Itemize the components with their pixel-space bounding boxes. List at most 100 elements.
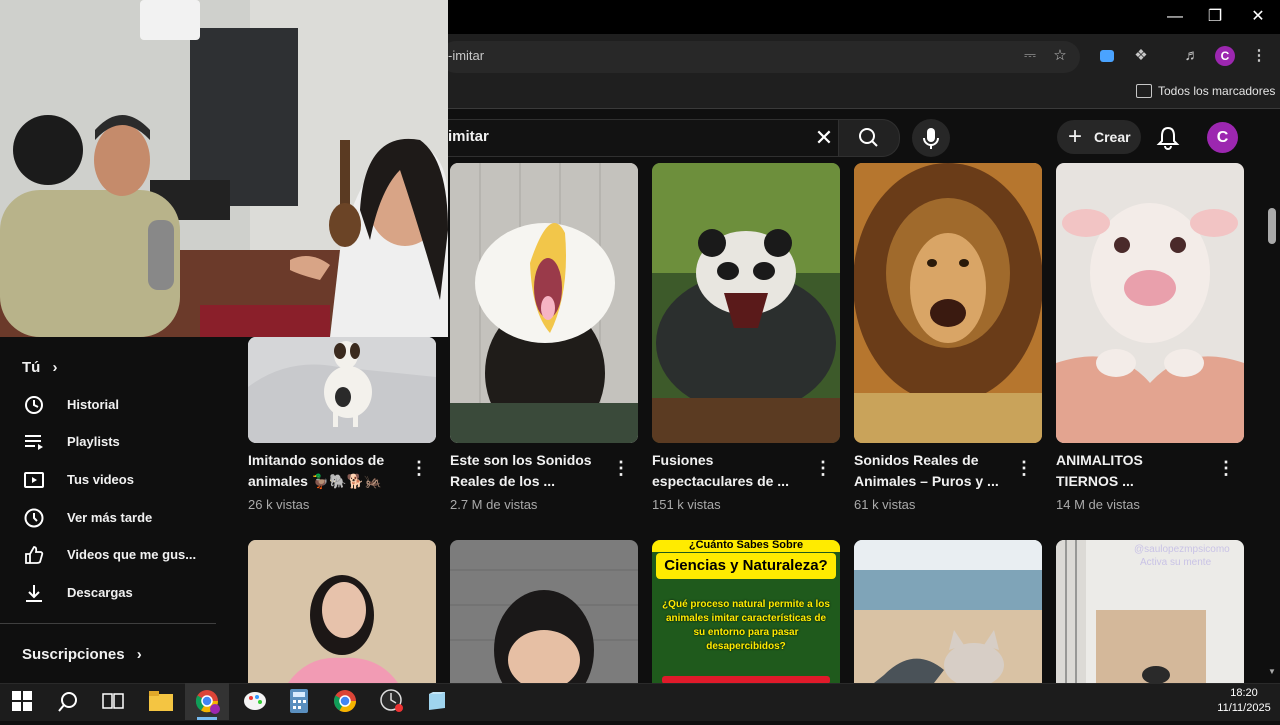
video-title[interactable]: Este son los Sonidos Reales de los ... bbox=[450, 450, 600, 492]
notes-app-icon[interactable] bbox=[426, 690, 448, 712]
video-menu-icon[interactable]: ⋮ bbox=[612, 456, 630, 480]
sidebar-item-your-videos[interactable]: Tus videos bbox=[0, 462, 232, 498]
video-thumbnail[interactable] bbox=[248, 337, 436, 443]
search-input[interactable] bbox=[440, 119, 839, 157]
account-avatar[interactable]: C bbox=[1207, 122, 1238, 153]
search-button[interactable] bbox=[838, 119, 900, 157]
chrome-profile-icon[interactable] bbox=[333, 689, 357, 713]
minimize-button[interactable]: — bbox=[1155, 4, 1195, 30]
close-window-button[interactable]: ✕ bbox=[1238, 4, 1278, 30]
sidebar-item-playlists[interactable]: Playlists bbox=[0, 424, 232, 460]
dog-thumbnail-image bbox=[248, 337, 436, 443]
webcam-overlay bbox=[0, 0, 448, 337]
video-menu-icon[interactable]: ⋮ bbox=[1217, 456, 1235, 480]
video-thumbnail[interactable] bbox=[652, 163, 840, 443]
sidebar-item-label: Tus videos bbox=[67, 472, 134, 487]
bookmark-star-icon[interactable]: ☆ bbox=[1048, 44, 1072, 68]
video-title-line: TIERNOS ... bbox=[1056, 473, 1134, 489]
video-thumbnail[interactable] bbox=[854, 540, 1042, 683]
calf-thumbnail-image bbox=[1056, 163, 1244, 443]
video-thumbnail[interactable]: ¿Cuánto Sabes Sobre Ciencias y Naturalez… bbox=[652, 540, 840, 683]
video-title[interactable]: Imitando sonidos de animales 🦆🐘🐕🦗 bbox=[248, 450, 398, 492]
girl-thumbnail-image bbox=[248, 540, 436, 683]
install-app-icon[interactable]: ⎓ bbox=[1018, 44, 1042, 68]
video-views: 2.7 M de vistas bbox=[450, 497, 538, 512]
create-button[interactable]: + Crear bbox=[1057, 120, 1141, 154]
subscriptions-section-link[interactable]: Suscripciones › bbox=[22, 646, 142, 663]
search-taskbar-icon[interactable] bbox=[56, 690, 80, 714]
sidebar-item-watch-later[interactable]: Ver más tarde bbox=[0, 500, 232, 536]
file-explorer-icon[interactable] bbox=[149, 691, 173, 711]
clear-search-icon[interactable]: ✕ bbox=[810, 124, 838, 152]
profile-avatar[interactable]: C bbox=[1215, 46, 1235, 66]
video-title-line: Fusiones bbox=[652, 452, 714, 468]
video-views: 26 k vistas bbox=[248, 497, 310, 512]
video-menu-icon[interactable]: ⋮ bbox=[1015, 456, 1033, 480]
video-title-line: Animales – Puros y ... bbox=[854, 473, 999, 489]
create-label: Crear bbox=[1094, 129, 1131, 145]
task-view-icon[interactable] bbox=[102, 691, 124, 711]
restore-button[interactable]: ❐ bbox=[1195, 4, 1235, 30]
voice-search-button[interactable] bbox=[912, 119, 950, 157]
video-title[interactable]: Fusiones espectaculares de ... bbox=[652, 450, 802, 492]
video-thumbnail[interactable] bbox=[248, 540, 436, 683]
video-title[interactable]: Sonidos Reales de Animales – Puros y ... bbox=[854, 450, 1004, 492]
video-menu-icon[interactable]: ⋮ bbox=[814, 456, 832, 480]
clock-date: 11/11/2025 bbox=[1217, 702, 1271, 714]
video-thumbnail[interactable] bbox=[450, 540, 638, 683]
video-thumbnail[interactable] bbox=[450, 163, 638, 443]
sidebar-item-downloads[interactable]: Descargas bbox=[0, 575, 232, 611]
video-title-line: Reales de los ... bbox=[450, 473, 556, 489]
video-views: 14 M de vistas bbox=[1056, 497, 1140, 512]
playlist-icon bbox=[25, 435, 43, 450]
recording-app-icon[interactable] bbox=[380, 689, 404, 713]
chevron-right-icon: › bbox=[52, 359, 58, 376]
clock-time: 18:20 bbox=[1230, 687, 1258, 699]
video-title-line: espectaculares de ... bbox=[652, 473, 789, 489]
eagle-thumbnail-image bbox=[450, 163, 638, 443]
video-thumbnail[interactable] bbox=[1056, 163, 1244, 443]
watermark-slogan: Activa su mente bbox=[1140, 557, 1212, 568]
extensions-puzzle-icon[interactable]: ❖ bbox=[1129, 44, 1153, 68]
system-clock[interactable]: 18:20 11/11/2025 bbox=[1214, 686, 1274, 716]
panda-crocodile-thumbnail-image bbox=[652, 163, 840, 443]
paint-app-icon[interactable] bbox=[243, 690, 267, 712]
calculator-icon[interactable] bbox=[290, 689, 308, 713]
video-title-line: ANIMALITOS bbox=[1056, 452, 1143, 468]
child-thumbnail-image bbox=[450, 540, 638, 683]
notifications-button[interactable] bbox=[1155, 124, 1181, 150]
video-thumbnail[interactable]: @saulopezmpsicomo Activa su mente bbox=[1056, 540, 1244, 683]
sidebar-item-label: Ver más tarde bbox=[67, 510, 153, 525]
sidebar-divider bbox=[0, 623, 216, 624]
folder-icon bbox=[1136, 84, 1152, 98]
microphone-icon bbox=[923, 128, 939, 149]
address-bar[interactable] bbox=[440, 41, 1080, 73]
taskbar-active-chrome[interactable] bbox=[185, 683, 229, 720]
you-section-link[interactable]: Tú › bbox=[22, 359, 58, 376]
you-label: Tú bbox=[22, 359, 41, 376]
video-title-line: animales 🦆🐘🐕🦗 bbox=[248, 473, 382, 489]
sidebar-item-history[interactable]: Historial bbox=[0, 387, 232, 423]
sidebar-item-liked-videos[interactable]: Videos que me gus... bbox=[0, 537, 232, 573]
video-menu-icon[interactable]: ⋮ bbox=[410, 456, 428, 480]
watermark-handle: @saulopezmpsicomo bbox=[1134, 544, 1230, 555]
chrome-icon bbox=[195, 690, 220, 720]
quiz-question: ¿Qué proceso natural permite a los anima… bbox=[662, 599, 830, 652]
scrollbar-thumb[interactable] bbox=[1268, 208, 1276, 244]
like-icon bbox=[25, 546, 44, 564]
sidebar-item-label: Historial bbox=[67, 397, 120, 412]
browser-menu-icon[interactable]: ⋮ bbox=[1247, 44, 1271, 68]
media-control-icon[interactable]: ♬ bbox=[1180, 44, 1204, 68]
windows-start-icon[interactable] bbox=[12, 691, 32, 711]
all-bookmarks-link[interactable]: Todos los marcadores bbox=[1158, 84, 1275, 98]
video-views: 61 k vistas bbox=[854, 497, 916, 512]
extension-cloud-icon[interactable] bbox=[1095, 44, 1119, 68]
watch-later-icon bbox=[24, 508, 44, 528]
video-thumbnail[interactable] bbox=[854, 163, 1042, 443]
plus-icon: + bbox=[1068, 123, 1083, 150]
video-title[interactable]: ANIMALITOS TIERNOS ... bbox=[1056, 450, 1206, 492]
video-views: 151 k vistas bbox=[652, 497, 721, 512]
sidebar-item-label: Descargas bbox=[67, 585, 133, 600]
scroll-down-arrow-icon[interactable]: ▼ bbox=[1268, 668, 1276, 676]
history-icon bbox=[25, 396, 43, 414]
